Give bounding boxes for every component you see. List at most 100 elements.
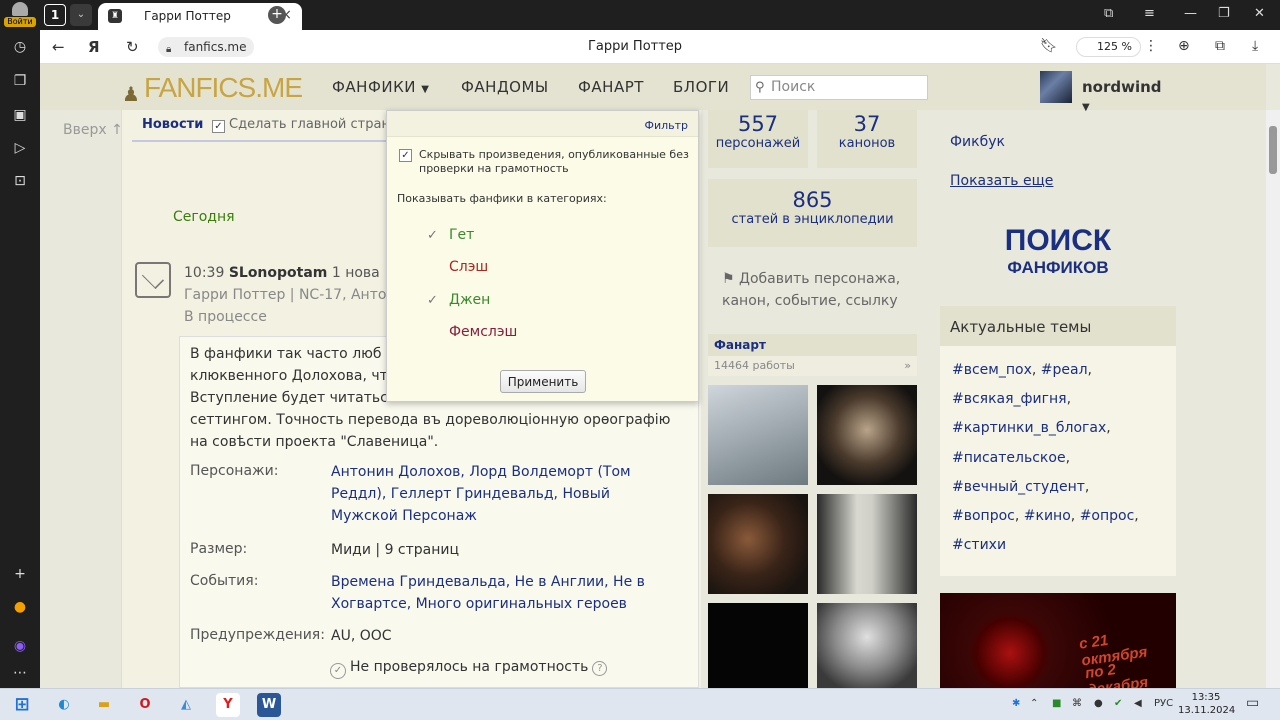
stat-characters[interactable]: 557 персонажей: [708, 110, 808, 168]
menu-icon[interactable]: ≡: [1144, 6, 1155, 21]
fanart-title[interactable]: Фанарт: [708, 334, 917, 356]
update-icon[interactable]: ✔: [1114, 698, 1122, 709]
tab-news[interactable]: Новости: [142, 117, 203, 132]
topic-tag[interactable]: #стихи: [952, 537, 1006, 553]
warnings-value: AU, OOC: [331, 628, 392, 644]
download-icon[interactable]: ⤓: [1252, 38, 1258, 54]
word-icon[interactable]: W: [257, 693, 281, 717]
big-search-link[interactable]: ПОИСК ФАНФИКОВ: [940, 224, 1176, 278]
caret-down-icon: ▼: [1082, 102, 1090, 113]
topic-tag[interactable]: #реал: [1041, 362, 1088, 378]
clock[interactable]: 13:35 13.11.2024: [1178, 691, 1235, 717]
fanart-thumb[interactable]: [708, 603, 808, 688]
topic-tag[interactable]: #всякая_фигня: [952, 391, 1067, 407]
bookmark-panel-icon[interactable]: ⧉: [1104, 6, 1113, 21]
window-close-icon[interactable]: ✕: [1254, 6, 1265, 21]
chevron-down-icon[interactable]: ⌄: [70, 4, 92, 26]
help-icon[interactable]: ?: [592, 661, 608, 676]
characters-links[interactable]: Антонин Долохов, Лорд Волдеморт (Том Ред…: [331, 461, 681, 527]
edge-icon[interactable]: ◐: [52, 693, 76, 717]
more-icon[interactable]: ⋯: [11, 664, 29, 682]
topic-tag[interactable]: #картинки_в_блогах: [952, 420, 1106, 436]
login-button[interactable]: Войти: [4, 2, 36, 28]
link-show-more[interactable]: Показать еще: [950, 173, 1053, 189]
author-link[interactable]: SLonopotam: [229, 265, 328, 281]
yandex-browser-icon[interactable]: Y: [216, 693, 240, 717]
opera-icon[interactable]: O: [133, 693, 157, 717]
add-character-link[interactable]: ⚑ Добавить персонажа, канон, событие, сс…: [722, 268, 912, 312]
notifications-icon[interactable]: ▭: [1246, 695, 1259, 711]
fanart-thumb[interactable]: [817, 494, 917, 594]
nav-blogs[interactable]: БЛОГИ: [673, 78, 729, 96]
topic-tag[interactable]: #опрос: [1080, 508, 1135, 524]
category-option[interactable]: Слэш: [449, 259, 488, 275]
events-links[interactable]: Времена Гриндевальда, Не в Англии, Не в …: [331, 571, 681, 615]
screenshot-icon[interactable]: ⊡: [11, 172, 29, 190]
play-icon[interactable]: ▷: [11, 139, 29, 157]
extensions-icon[interactable]: ⧉: [1215, 38, 1225, 54]
bluetooth-icon[interactable]: ✱: [1012, 698, 1020, 709]
bookmark-icon[interactable]: 🔖︎: [1040, 38, 1058, 54]
envelope-icon[interactable]: [135, 262, 171, 298]
nav-fanfics[interactable]: ФАНФИКИ ▼: [332, 78, 429, 96]
alice-icon[interactable]: ◉: [11, 637, 29, 655]
zoom-indicator[interactable]: 125 %: [1076, 37, 1141, 57]
topic-tag[interactable]: #всем_пох: [952, 362, 1032, 378]
apply-button[interactable]: Применить: [500, 370, 586, 393]
hide-unchecked-checkbox[interactable]: ✓ Скрывать произведения, опубликованные …: [399, 148, 689, 176]
site-logo[interactable]: ♟ FANFICS.ME: [122, 72, 303, 110]
topic-tag[interactable]: #кино: [1024, 508, 1071, 524]
stat-canons[interactable]: 37 канонов: [817, 110, 917, 168]
topic-tag[interactable]: #писательское: [952, 450, 1066, 466]
collections-icon[interactable]: ❐: [11, 72, 29, 90]
filter-link[interactable]: Фильтр: [644, 119, 688, 132]
explorer-icon[interactable]: ▬: [92, 693, 116, 717]
promo-banner[interactable]: с 21 октября по 2 декабря: [940, 593, 1176, 688]
site-favicon-icon: ♜: [108, 9, 122, 23]
network-icon[interactable]: ⌘: [1072, 698, 1082, 709]
fanart-count[interactable]: 14464 работы»: [708, 356, 917, 376]
history-icon[interactable]: ◷: [11, 38, 29, 56]
fanart-thumb[interactable]: [708, 385, 808, 485]
new-tab-icon[interactable]: +: [268, 6, 286, 24]
market-icon[interactable]: ●: [11, 598, 29, 616]
fanart-thumb[interactable]: [708, 494, 808, 594]
search-input[interactable]: ⚲ Поиск: [750, 75, 928, 100]
tray-arrow-icon[interactable]: ⌃: [1030, 698, 1038, 709]
filter-dropdown: Фильтр ✓ Скрывать произведения, опублико…: [386, 110, 699, 402]
nav-fanart[interactable]: ФАНАРТ: [578, 78, 644, 96]
size-value: Миди | 9 страниц: [331, 542, 460, 558]
tab-count-badge[interactable]: 1: [44, 4, 66, 26]
category-option[interactable]: Гет: [449, 227, 474, 243]
restore-icon[interactable]: ❐: [1218, 6, 1230, 21]
topic-tag[interactable]: #вопрос: [952, 508, 1015, 524]
volume-icon[interactable]: ◀: [1134, 698, 1142, 709]
stat-articles[interactable]: 865 статей в энциклопедии: [708, 179, 917, 247]
scroll-up-link[interactable]: Вверх ↑: [63, 122, 123, 138]
language-indicator[interactable]: РУС: [1154, 698, 1173, 709]
scrollbar-thumb[interactable]: [1269, 126, 1277, 174]
checkbox-checked-icon: ✓: [212, 120, 225, 133]
category-option[interactable]: Фемслэш: [449, 324, 517, 340]
windows-start-icon[interactable]: ⊞: [10, 693, 34, 717]
work-header: 10:39 SLonopotam 1 нова Гарри Поттер | N…: [184, 262, 386, 328]
nav-fandoms[interactable]: ФАНДОМЫ: [461, 78, 549, 96]
page-scrollbar[interactable]: [1266, 110, 1280, 688]
fandom-line[interactable]: Гарри Поттер | NC-17, Анто: [184, 284, 386, 306]
topics-title: Актуальные темы: [940, 306, 1176, 346]
fanart-thumb[interactable]: [817, 603, 917, 688]
topic-tag[interactable]: #вечный_студент: [952, 479, 1085, 495]
category-option[interactable]: Джен: [449, 292, 490, 308]
security-icon[interactable]: ■: [1052, 698, 1061, 709]
tabs-count-icon[interactable]: ▣: [11, 106, 29, 124]
minimize-icon[interactable]: —: [1184, 6, 1197, 21]
more-options-icon[interactable]: ⋮: [1144, 38, 1158, 54]
characters-label: Персонажи:: [190, 463, 279, 479]
notes-icon[interactable]: ◭: [174, 693, 198, 717]
link-fikbuk[interactable]: Фикбук: [950, 134, 1005, 150]
add-panel-icon[interactable]: +: [11, 565, 29, 583]
mic-icon[interactable]: ●: [1094, 698, 1103, 709]
translate-icon[interactable]: ⊕: [1178, 38, 1190, 54]
fanart-thumb[interactable]: [817, 385, 917, 485]
make-main-checkbox[interactable]: ✓ Сделать главной страниц: [212, 117, 407, 133]
